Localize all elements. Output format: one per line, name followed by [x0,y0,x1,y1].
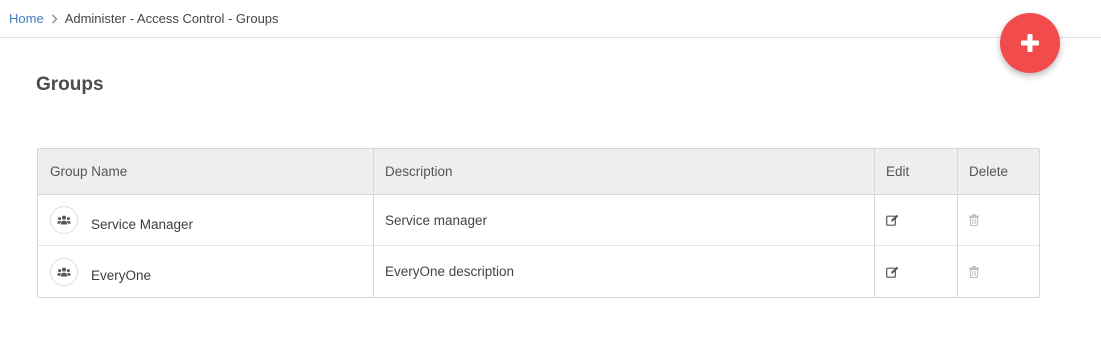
column-header-group-name[interactable]: Group Name [38,149,373,194]
column-divider [373,149,374,297]
column-header-label: Edit [886,164,910,179]
group-name-cell: EveryOne [38,246,373,297]
column-header-label: Group Name [50,164,128,179]
table-row[interactable]: Service Manager Service manager [38,195,1039,246]
column-header-description[interactable]: Description [373,149,874,194]
chevron-right-icon [51,14,58,24]
description-cell: Service manager [373,195,874,245]
group-icon [50,206,78,234]
group-icon [50,257,78,286]
column-divider [874,149,875,297]
edit-cell [874,195,957,245]
column-divider [957,149,958,297]
add-group-button[interactable] [1000,13,1060,73]
group-description: EveryOne description [385,264,515,279]
delete-cell [957,246,1039,297]
group-name: EveryOne [91,268,152,283]
trash-icon[interactable] [969,265,979,278]
group-description: Service manager [385,212,488,228]
breadcrumb-bar: Home Administer - Access Control - Group… [0,0,1101,38]
trash-icon[interactable] [969,214,979,226]
edit-icon[interactable] [886,266,899,278]
groups-table: Group Name Description Edit Delete Servi… [37,148,1040,298]
breadcrumb-home-link[interactable]: Home [9,11,44,26]
column-header-label: Delete [969,164,1009,179]
breadcrumb-current: Administer - Access Control - Groups [64,11,279,26]
group-name: Service Manager [91,216,194,232]
edit-icon[interactable] [886,214,899,226]
column-header-edit: Edit [874,149,957,194]
page-title: Groups [36,74,104,95]
delete-cell [957,195,1039,245]
table-row[interactable]: EveryOne EveryOne description [38,246,1039,297]
edit-cell [874,246,957,297]
column-header-delete: Delete [957,149,1039,194]
description-cell: EveryOne description [373,246,874,297]
column-header-label: Description [385,164,453,179]
table-header: Group Name Description Edit Delete [38,149,1039,195]
plus-icon [1021,34,1039,52]
group-name-cell: Service Manager [38,195,373,245]
